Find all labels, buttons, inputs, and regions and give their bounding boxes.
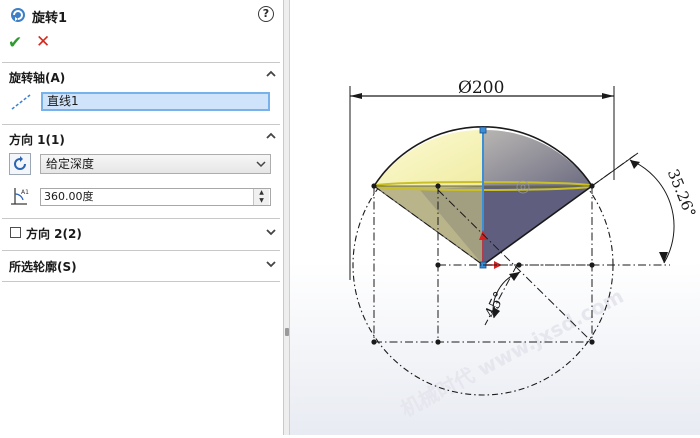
section-contours-title[interactable]: 所选轮廓(S): [9, 258, 77, 275]
graphics-viewport[interactable]: 机械时代 www.jxsd.com Ø200 35.26° 45°: [290, 0, 700, 435]
panel-title-row: 旋转1 ?: [0, 0, 284, 28]
divider: [2, 250, 280, 251]
section-direction1-title[interactable]: 方向 1(1): [9, 131, 65, 148]
chevron-down-icon[interactable]: [265, 258, 277, 270]
splitter-grip[interactable]: [285, 328, 289, 336]
end-condition-select[interactable]: 给定深度: [40, 154, 271, 174]
watermark: 机械时代 www.jxsd.com: [397, 284, 628, 422]
chevron-up-icon[interactable]: [265, 68, 277, 80]
divider: [2, 281, 280, 282]
chevron-down-icon: [256, 161, 266, 168]
angle-depth-icon: A1: [11, 188, 29, 205]
end-condition-value: 给定深度: [46, 157, 95, 171]
help-icon[interactable]: ?: [258, 6, 274, 22]
direction2-checkbox[interactable]: [10, 227, 21, 238]
angle-dimension-right-text[interactable]: 35.26°: [664, 166, 700, 220]
chevron-down-icon[interactable]: [265, 226, 277, 238]
reverse-direction-icon[interactable]: [9, 153, 31, 175]
divider: [2, 62, 280, 63]
cancel-x-icon[interactable]: ✕: [36, 32, 50, 52]
rotation-axis-field[interactable]: 直线1: [41, 92, 270, 111]
angle-dimension-bottom-text[interactable]: 45°: [481, 289, 509, 321]
diameter-dimension-text[interactable]: Ø200: [458, 78, 504, 98]
revolve-feature-icon: [11, 8, 25, 22]
property-manager-panel: 旋转1 ? ✔ ✕ 旋转轴(A) 直线1 方向 1(1) 给定深度 A1 360…: [0, 0, 284, 435]
revolve-angle-input[interactable]: 360.00度: [40, 188, 271, 206]
angle-dimension-right[interactable]: [591, 152, 675, 264]
spin-down-button[interactable]: ▼: [253, 197, 269, 205]
svg-text:A1: A1: [21, 189, 29, 196]
axis-line-icon: [11, 94, 31, 110]
reverse-direction-glyph: [14, 156, 26, 170]
spin-up-button[interactable]: ▲: [253, 189, 269, 197]
axis-endpoint-top[interactable]: [479, 126, 487, 134]
feature-title: 旋转1: [32, 11, 68, 26]
model-drawing: 机械时代 www.jxsd.com Ø200 35.26° 45°: [349, 78, 700, 422]
section-axis-title[interactable]: 旋转轴(A): [9, 69, 65, 86]
divider: [2, 218, 280, 219]
angle-spinner[interactable]: ▲ ▼: [253, 189, 269, 205]
divider: [2, 124, 280, 125]
section-direction2-title[interactable]: 方向 2(2): [26, 225, 82, 242]
ok-check-icon[interactable]: ✔: [8, 33, 22, 53]
chevron-up-icon[interactable]: [265, 130, 277, 142]
